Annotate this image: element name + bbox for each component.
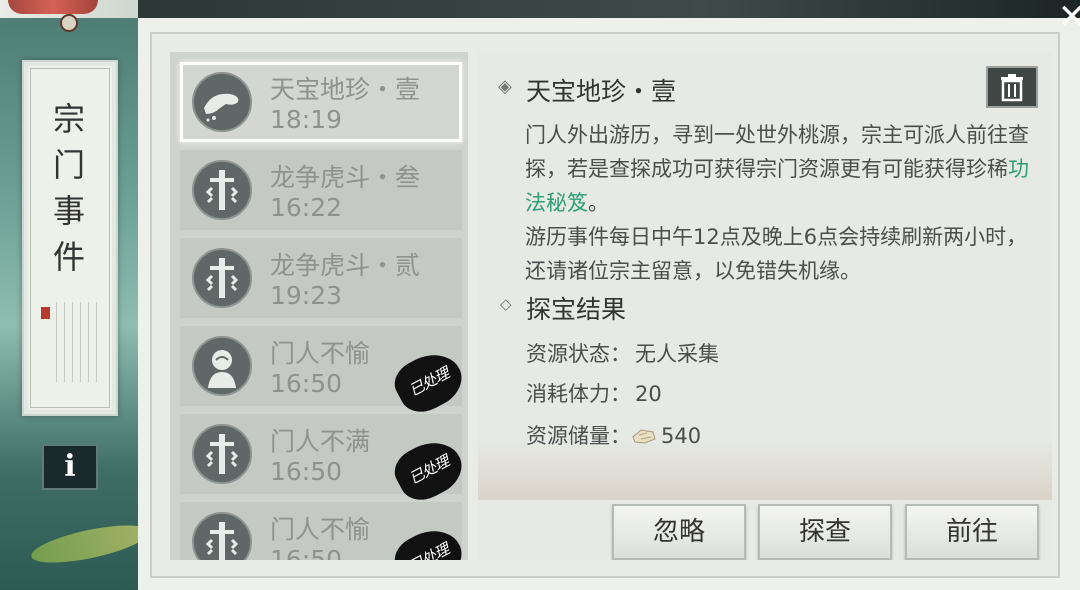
handled-stamp: 已处理 <box>387 343 468 421</box>
trash-icon[interactable] <box>986 66 1038 108</box>
event-name: 龙争虎斗・叁 <box>270 163 421 192</box>
calligraphy-lines <box>56 302 104 382</box>
info-button[interactable]: i <box>42 444 98 490</box>
event-time: 16:22 <box>270 193 343 222</box>
goto-button[interactable]: 前往 <box>905 504 1039 560</box>
event-item[interactable]: 龙争虎斗・叁 16:22 <box>180 150 462 230</box>
scroll-title-char: 宗 <box>52 100 87 138</box>
explore-button[interactable]: 探查 <box>758 504 892 560</box>
stamina-cost-row: 消耗体力： 20 <box>526 378 662 408</box>
event-list[interactable]: 天宝地珍・壹 18:19 龙争虎斗・叁 16:22 龙争虎斗・贰 19:23 门… <box>170 52 468 560</box>
event-item[interactable]: 门人不满 16:50 已处理 <box>180 414 468 509</box>
event-time: 19:23 <box>270 281 343 310</box>
result-title: 探宝结果 <box>526 295 627 324</box>
red-ribbon <box>8 0 98 14</box>
event-time: 16:50 <box>270 545 343 560</box>
row-value: 20 <box>635 382 662 406</box>
event-name: 天宝地珍・壹 <box>270 75 421 104</box>
desc-text: 门人外出游历，寻到一处世外桃源，宗主可派人前往查探，若是查探成功可获得宗门资源更… <box>525 123 1029 181</box>
desc-refresh-note: 游历事件每日中午12点及晚上6点会持续刷新两小时，还请诸位宗主留意，以免错失机缘… <box>525 225 1028 283</box>
event-name: 门人不满 <box>270 427 371 456</box>
event-item[interactable]: 门人不愉 16:50 已处理 <box>180 502 468 560</box>
sword-icon <box>192 512 252 560</box>
red-seal <box>41 307 50 319</box>
event-name: 龙争虎斗・贰 <box>270 251 421 280</box>
detail-description: 门人外出游历，寻到一处世外桃源，宗主可派人前往查探，若是查探成功可获得宗门资源更… <box>525 118 1040 288</box>
event-name: 门人不愉 <box>270 515 371 544</box>
ink-top-band <box>138 0 1080 18</box>
leaf-decoration <box>28 517 138 571</box>
event-detail: ◈ 天宝地珍・壹 门人外出游历，寻到一处世外桃源，宗主可派人前往查探，若是查探成… <box>478 52 1052 560</box>
sword-icon <box>192 248 252 308</box>
scroll-title-char: 件 <box>52 238 87 276</box>
resource-reserve-row: 资源储量： 540 <box>526 420 701 450</box>
row-value: 540 <box>661 424 702 448</box>
scroll-title: 宗 门 事 件 <box>24 96 116 280</box>
handled-stamp: 已处理 <box>387 519 468 560</box>
scroll-title-char: 事 <box>52 192 87 230</box>
resource-status-row: 资源状态： 无人采集 <box>526 338 719 368</box>
diamond-bullet-icon: ◇ <box>500 295 512 313</box>
sword-icon <box>192 160 252 220</box>
diamond-bullet-icon: ◈ <box>498 76 512 97</box>
handled-stamp: 已处理 <box>387 431 468 509</box>
desc-text-end: 。 <box>588 191 609 215</box>
event-item[interactable]: 龙争虎斗・贰 19:23 <box>180 238 462 318</box>
sect-event-scroll: 宗 门 事 件 <box>22 60 118 416</box>
event-name: 门人不愉 <box>270 339 371 368</box>
event-time: 16:50 <box>270 457 343 486</box>
hand-icon <box>192 72 252 132</box>
event-time: 18:19 <box>270 105 343 134</box>
event-time: 16:50 <box>270 369 343 398</box>
ore-icon <box>631 426 657 444</box>
scroll-title-char: 门 <box>52 146 87 184</box>
row-label: 资源储量： <box>526 424 631 448</box>
event-item[interactable]: 天宝地珍・壹 18:19 <box>180 62 462 142</box>
sword-icon <box>192 424 252 484</box>
close-icon[interactable]: ✕ <box>1052 0 1080 40</box>
row-label: 消耗体力： <box>526 382 631 406</box>
detail-title: 天宝地珍・壹 <box>526 77 677 106</box>
ignore-button[interactable]: 忽略 <box>612 504 746 560</box>
row-label: 资源状态： <box>526 342 631 366</box>
event-item[interactable]: 门人不愉 16:50 已处理 <box>180 326 468 421</box>
row-value: 无人采集 <box>635 342 719 366</box>
hanging-knot <box>60 14 78 32</box>
person-icon <box>192 336 252 396</box>
